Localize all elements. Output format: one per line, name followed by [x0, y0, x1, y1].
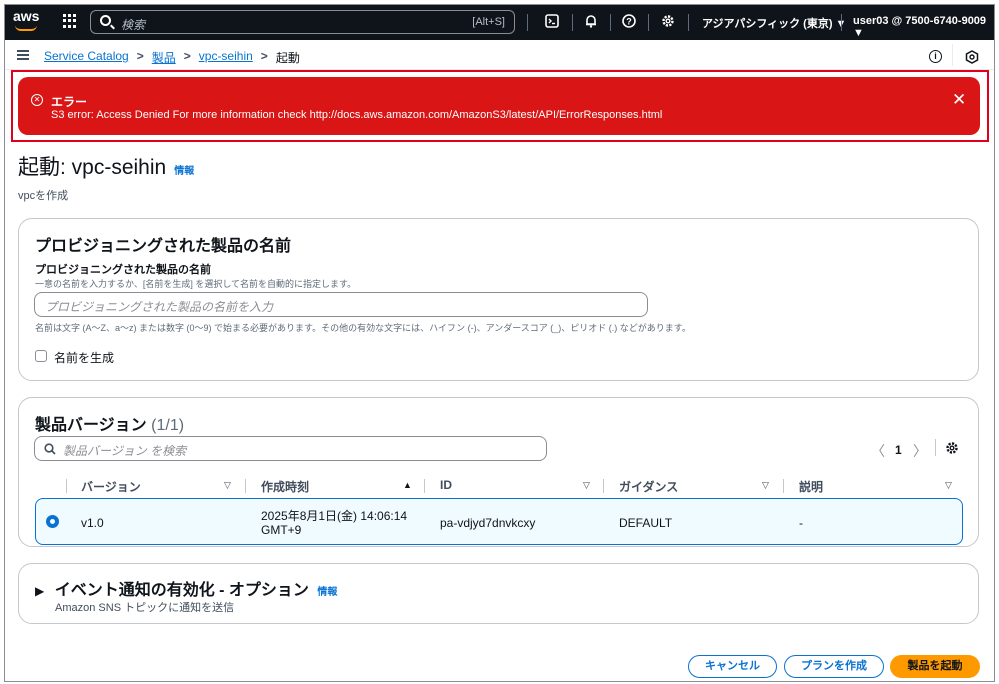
column-header-guidance[interactable]: ガイダンス: [619, 478, 678, 495]
breadcrumb-current: 起動: [275, 51, 300, 65]
sort-icon[interactable]: ▽: [762, 480, 769, 491]
cell-created-date: 2025年8月1日(金) 14:06:14: [261, 509, 408, 523]
cell-version: v1.0: [81, 516, 104, 530]
menu-icon[interactable]: [17, 50, 29, 60]
cell-id: pa-vdjyd7dnvkcxy: [440, 516, 536, 530]
sort-icon[interactable]: ▽: [224, 480, 231, 491]
column-divider: [424, 479, 425, 493]
cancel-button[interactable]: キャンセル: [688, 655, 777, 678]
search-shortcut: [Alt+S]: [472, 16, 505, 28]
svg-text:?: ?: [626, 17, 632, 27]
row-radio-selected[interactable]: [46, 515, 59, 528]
browser-frame: aws 検索 [Alt+S] ? アジアパシフィック (東京) ▼ user03…: [4, 4, 995, 682]
pagination-page[interactable]: 1: [895, 443, 902, 457]
page-title: 起動: vpc-seihin: [18, 156, 167, 179]
events-heading-text: イベント通知の有効化 - オプション: [54, 582, 309, 599]
aws-logo[interactable]: aws: [13, 9, 41, 35]
column-header-description[interactable]: 説明: [799, 478, 823, 495]
events-description: Amazon SNS トピックに通知を送信: [55, 602, 235, 614]
generate-name-label: 名前を生成: [54, 351, 115, 365]
breadcrumb-bar: Service Catalog > 製品 > vpc-seihin > 起動 i: [5, 40, 994, 70]
sort-icon[interactable]: ▽: [945, 480, 952, 491]
version-search-input[interactable]: 製品バージョン を検索: [34, 436, 547, 461]
sort-icon[interactable]: ▽: [583, 480, 590, 491]
aws-smile-icon: [15, 25, 37, 31]
notifications-panel-icon[interactable]: [965, 50, 979, 64]
error-icon: ✕: [31, 94, 43, 106]
chevron-right-icon: >: [136, 49, 144, 63]
name-field-constraint: 名前は文字 (A～Z、a～z) または数字 (0～9) で始まる必要があります。…: [35, 323, 691, 333]
chevron-right-icon: >: [260, 49, 268, 63]
column-header-id[interactable]: ID: [440, 478, 452, 492]
pagination-next-icon[interactable]: 〉: [913, 441, 927, 461]
generate-name-checkbox[interactable]: [35, 350, 47, 362]
aws-logo-text: aws: [13, 8, 40, 24]
column-header-created[interactable]: 作成時刻: [261, 478, 309, 495]
cell-created-tz: GMT+9: [261, 523, 302, 537]
cloudshell-icon[interactable]: [543, 14, 561, 32]
account-menu[interactable]: user03 @ 7500-6740-9009 ▼: [853, 15, 994, 39]
cell-description: -: [799, 516, 803, 530]
column-header-version[interactable]: バージョン: [81, 478, 141, 495]
caret-right-icon: ▶: [35, 584, 45, 598]
provisioned-name-input[interactable]: プロビジョニングされた製品の名前を入力: [34, 292, 648, 317]
name-field-label: プロビジョニングされた製品の名前: [35, 264, 211, 276]
nav-divider: [527, 14, 528, 31]
versions-heading-text: 製品バージョン: [35, 417, 147, 434]
alert-message: S3 error: Access Denied For more informa…: [51, 109, 663, 121]
launch-product-button[interactable]: 製品を起動: [890, 655, 980, 678]
services-grid-icon[interactable]: [63, 14, 77, 28]
search-icon: [44, 443, 56, 455]
create-plan-button[interactable]: プランを作成: [784, 655, 884, 678]
alert-title: エラー: [51, 95, 88, 109]
info-icon[interactable]: i: [929, 50, 942, 63]
page-subtitle: vpcを作成: [18, 190, 69, 202]
search-placeholder: 検索: [121, 18, 146, 32]
pagination-prev-icon[interactable]: 〈: [871, 441, 885, 461]
region-selector[interactable]: アジアパシフィック (東京) ▼: [702, 15, 846, 31]
close-icon[interactable]: ✕: [952, 91, 966, 108]
events-heading[interactable]: ▶ イベント通知の有効化 - オプション 情報: [35, 576, 337, 600]
cell-guidance: DEFAULT: [619, 516, 673, 530]
input-placeholder: プロビジョニングされた製品の名前を入力: [45, 300, 274, 314]
search-icon: [100, 15, 111, 26]
column-divider: [245, 479, 246, 493]
versions-count: (1/1): [151, 417, 185, 434]
column-divider: [783, 479, 784, 493]
help-icon[interactable]: ?: [620, 14, 638, 32]
settings-icon[interactable]: [659, 14, 677, 32]
bell-icon[interactable]: [582, 14, 600, 32]
versions-heading: 製品バージョン (1/1): [35, 411, 184, 435]
breadcrumb: Service Catalog > 製品 > vpc-seihin > 起動: [44, 49, 300, 66]
name-field-description: 一意の名前を入力するか、[名前を生成] を選択して名前を自動的に指定します。: [35, 279, 357, 289]
error-alert: ✕ エラー S3 error: Access Denied For more i…: [18, 77, 980, 135]
events-info-link[interactable]: 情報: [317, 587, 337, 598]
top-navigation: aws 検索 [Alt+S] ? アジアパシフィック (東京) ▼ user03…: [5, 5, 994, 40]
page-info-link[interactable]: 情報: [174, 162, 194, 177]
chevron-right-icon: >: [183, 49, 191, 63]
nav-divider: [610, 14, 611, 31]
divider: [952, 44, 953, 66]
global-search-input[interactable]: 検索 [Alt+S]: [90, 10, 515, 34]
breadcrumb-products[interactable]: 製品: [152, 49, 176, 66]
nav-divider: [688, 14, 689, 31]
breadcrumb-service-catalog[interactable]: Service Catalog: [44, 49, 129, 66]
breadcrumb-product[interactable]: vpc-seihin: [199, 49, 253, 66]
table-preferences-icon[interactable]: [945, 441, 959, 458]
version-search-placeholder: 製品バージョン を検索: [63, 444, 187, 458]
nav-divider: [841, 14, 842, 31]
nav-divider: [648, 14, 649, 31]
sort-ascending-icon[interactable]: ▲: [403, 480, 412, 490]
column-divider: [66, 479, 67, 493]
column-divider: [603, 479, 604, 493]
page-header: 起動: vpc-seihin 情報: [18, 151, 194, 181]
nav-divider: [572, 14, 573, 31]
divider: [935, 439, 936, 456]
name-section-heading: プロビジョニングされた製品の名前: [35, 238, 292, 255]
